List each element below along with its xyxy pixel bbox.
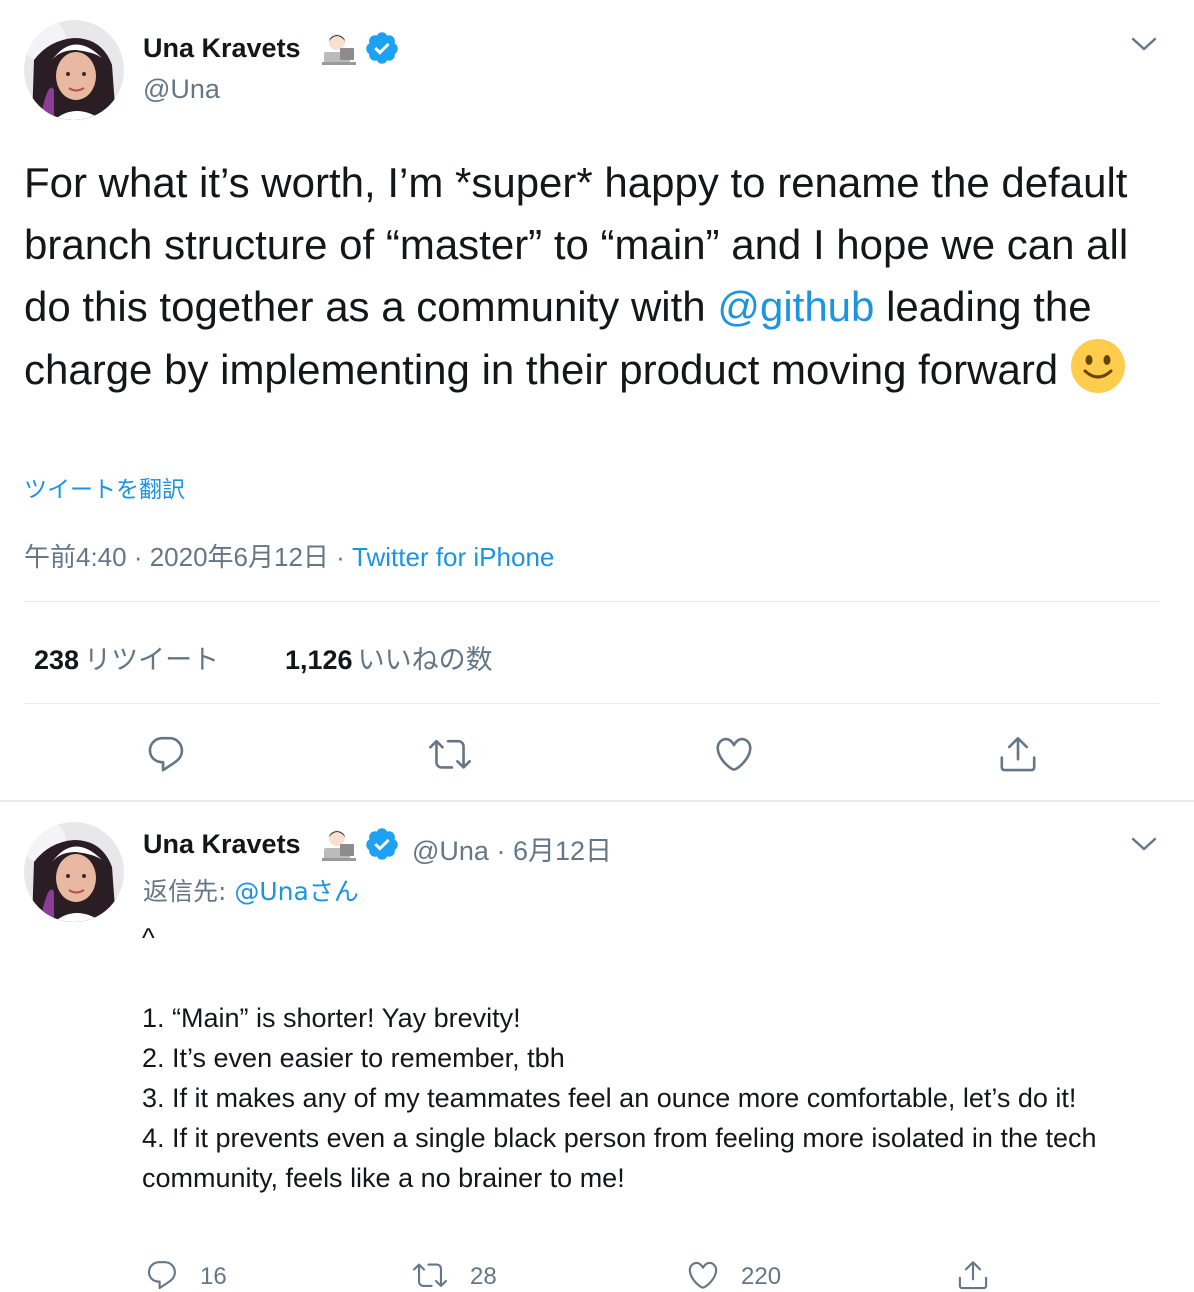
mention-link[interactable]: @github — [717, 283, 874, 330]
share-icon[interactable] — [956, 1258, 990, 1292]
slightly-smiling-face-icon — [1070, 338, 1126, 394]
divider — [24, 703, 1160, 704]
verified-badge-icon — [364, 826, 400, 862]
reply-handle-date: @Una · 6月12日 — [412, 829, 612, 868]
reply-author-name[interactable]: Una Kravets — [143, 829, 301, 860]
tweet-meta: 午前4:40 · 2020年6月12日 · Twitter for iPhone — [24, 537, 554, 574]
tweet-text: For what it’s worth, I’m *super* happy t… — [24, 152, 1154, 401]
retweet-icon[interactable] — [429, 733, 471, 775]
like-heart-icon[interactable] — [713, 733, 755, 775]
author-handle[interactable]: @Una — [143, 74, 220, 105]
chevron-down-icon[interactable] — [1129, 829, 1159, 859]
technologist-emoji-icon — [320, 30, 358, 66]
tweet-timestamp[interactable]: 午前4:40 · 2020年6月12日 — [24, 542, 329, 572]
technologist-emoji-icon — [320, 826, 358, 862]
reply-text: ^ 1. “Main” is shorter! Yay brevity! 2. … — [142, 923, 1097, 1193]
like-count: 1,126 — [285, 645, 353, 675]
retweet-count: 238 — [34, 645, 80, 675]
tweet-separator — [0, 800, 1194, 802]
replying-to: 返信先: @Unaさん — [143, 872, 359, 908]
like-stats[interactable]: 1,126 いいねの数 — [285, 638, 493, 677]
retweet-label: リツイート — [84, 645, 220, 676]
divider — [24, 601, 1160, 602]
like-heart-icon[interactable] — [686, 1258, 720, 1292]
share-icon[interactable] — [997, 733, 1039, 775]
chevron-down-icon[interactable] — [1129, 29, 1159, 59]
reply-avatar[interactable] — [24, 822, 124, 922]
reply-icon[interactable] — [145, 733, 187, 775]
reply-retweet-count: 28 — [470, 1263, 497, 1290]
retweet-stats[interactable]: 238 リツイート — [34, 638, 219, 677]
reply-icon[interactable] — [145, 1258, 179, 1292]
tweet-source-link[interactable]: Twitter for iPhone — [352, 542, 554, 572]
author-name[interactable]: Una Kravets — [143, 33, 301, 64]
reply-date[interactable]: · 6月12日 — [489, 836, 612, 866]
reply-like-count: 220 — [741, 1263, 782, 1290]
retweet-icon[interactable] — [413, 1258, 447, 1292]
verified-badge-icon — [364, 30, 400, 66]
avatar[interactable] — [24, 20, 124, 120]
replying-to-label: 返信先: — [143, 877, 235, 906]
meta-separator: · — [328, 542, 353, 572]
reply-author-handle[interactable]: @Una — [412, 836, 489, 866]
like-label: いいねの数 — [357, 645, 493, 676]
translate-tweet-link[interactable]: ツイートを翻訳 — [24, 470, 185, 504]
reply-count: 16 — [200, 1263, 227, 1290]
replying-to-mention[interactable]: @Unaさん — [234, 877, 358, 906]
